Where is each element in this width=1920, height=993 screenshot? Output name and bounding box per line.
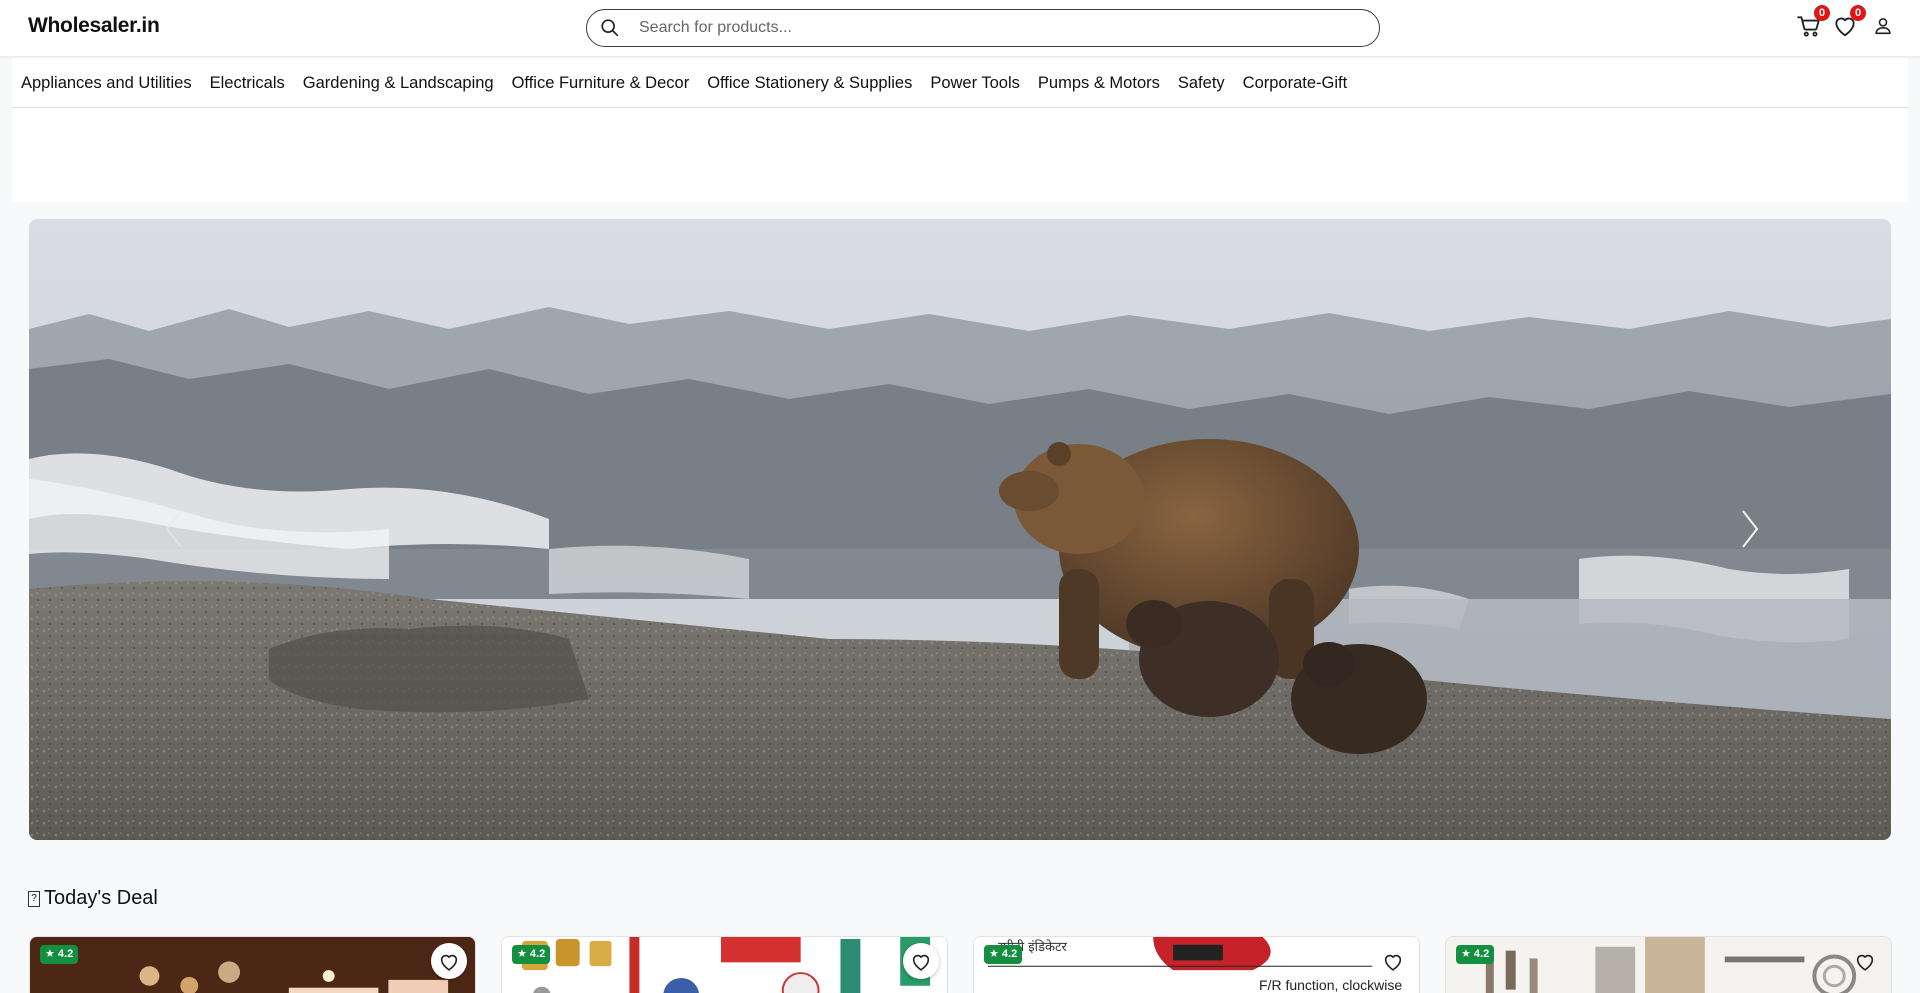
rating-badge: ★ 4.2 [984,945,1023,964]
category-pumps-motors[interactable]: Pumps & Motors [1038,74,1160,93]
search-icon[interactable] [599,17,621,39]
deals-title-text: Today's Deal [44,887,158,909]
cart-button[interactable]: 0 [1796,5,1830,40]
search-bar[interactable] [586,9,1380,47]
wishlist-toggle[interactable] [1847,943,1883,979]
category-office-furniture[interactable]: Office Furniture & Decor [512,74,690,93]
wishlist-button[interactable]: 0 [1832,5,1866,40]
site-logo[interactable]: Wholesaler.in [28,14,160,38]
user-icon [1875,18,1891,35]
wishlist-count-badge: 0 [1850,5,1866,21]
category-safety[interactable]: Safety [1178,74,1225,93]
product-image-caption: F/R function, clockwise [1259,977,1403,993]
chevron-left-icon[interactable] [159,505,189,553]
category-gardening[interactable]: Gardening & Landscaping [303,74,494,93]
category-electricals[interactable]: Electricals [210,74,285,93]
category-corporate-gift[interactable]: Corporate-Gift [1243,74,1348,93]
wishlist-toggle[interactable] [1375,943,1411,979]
deal-card[interactable]: ★ 4.2 [1445,936,1892,993]
category-office-stationery[interactable]: Office Stationery & Supplies [707,74,912,93]
hero-banner-image [29,219,1891,840]
wishlist-toggle[interactable] [903,943,939,979]
site-header: Wholesaler.in 0 0 [0,0,1920,57]
category-power-tools[interactable]: Power Tools [930,74,1020,93]
heart-icon [912,954,930,971]
product-image-fittings [1446,937,1891,993]
rating-badge: ★ 4.2 [512,945,551,964]
category-nav: Appliances and Utilities Electricals Gar… [12,58,1908,108]
promo-placeholder-strip [12,108,1908,202]
hero-banner[interactable] [29,219,1891,840]
category-appliances[interactable]: Appliances and Utilities [21,74,192,93]
heart-icon [440,954,458,971]
product-image-candles [30,937,475,993]
search-input[interactable] [639,16,1359,40]
deal-card[interactable]: ★ 4.2 [29,936,476,993]
rating-badge: ★ 4.2 [1456,945,1495,964]
wishlist-toggle[interactable] [431,943,467,979]
star-icon: ? [28,890,40,907]
heart-icon [1384,954,1402,971]
deal-card[interactable]: स्पीडी इंडिकेटर F/R function, clockwise … [973,936,1420,993]
deals-section-title: ? Today's Deal [28,887,158,910]
account-button[interactable] [1872,12,1900,40]
rating-badge: ★ 4.2 [40,945,79,964]
chevron-right-icon[interactable] [1735,505,1765,553]
product-image-tools [502,937,947,993]
deal-card[interactable]: ★ 4.2 [501,936,948,993]
heart-icon [1856,954,1874,971]
cart-count-badge: 0 [1814,5,1830,21]
